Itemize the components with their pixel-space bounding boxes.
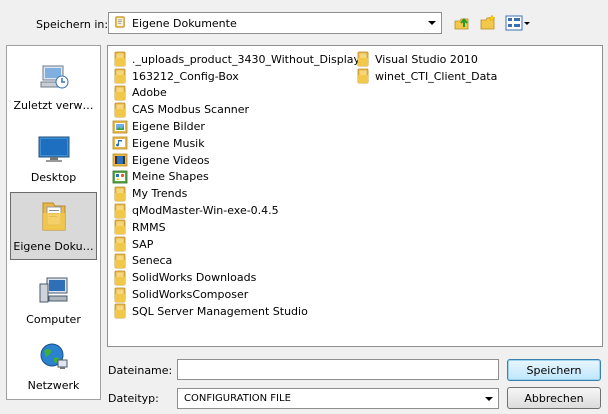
folder-icon — [355, 51, 371, 67]
folder-icon — [112, 287, 128, 303]
folder-name: ._uploads_product_3430_Without_Display — [132, 52, 361, 66]
folder-name: Visual Studio 2010 — [375, 52, 478, 66]
place-desktop[interactable]: Desktop — [10, 122, 97, 190]
folder-icon — [112, 102, 128, 118]
pictures-folder-icon — [112, 119, 128, 135]
folder-item[interactable]: SolidWorks Downloads — [112, 269, 360, 286]
folder-item[interactable]: Adobe — [112, 85, 360, 102]
recent-places-icon — [38, 62, 70, 95]
save-in-label: Speichern in: — [36, 18, 109, 31]
folder-name: RMMS — [132, 220, 166, 234]
folder-item[interactable]: SAP — [112, 236, 360, 253]
folder-name: winet_CTI_Client_Data — [375, 69, 498, 83]
filename-input[interactable] — [177, 359, 499, 380]
folder-icon — [112, 68, 128, 84]
place-recent[interactable]: Zuletzt verw… — [10, 50, 97, 118]
save-button[interactable]: Speichern — [507, 359, 601, 381]
folder-name: SolidWorksComposer — [132, 288, 249, 302]
file-list-column-2: Visual Studio 2010 winet_CTI_Client_Data — [355, 51, 497, 85]
place-network[interactable]: Netzwerk — [10, 330, 97, 398]
folder-icon — [112, 203, 128, 219]
folder-name: Eigene Bilder — [132, 120, 205, 134]
chevron-down-icon — [523, 21, 530, 25]
folder-icon — [112, 236, 128, 252]
filename-label: Dateiname: — [108, 364, 173, 377]
folder-icon — [355, 68, 371, 84]
folder-item[interactable]: ._uploads_product_3430_Without_Display — [112, 51, 360, 68]
filetype-label: Dateityp: — [108, 392, 159, 405]
folder-name: Adobe — [132, 86, 167, 100]
folder-icon — [112, 219, 128, 235]
folder-name: 163212_Config-Box — [132, 69, 239, 83]
computer-icon — [37, 276, 71, 309]
folder-name: qModMaster-Win-exe-0.4.5 — [132, 204, 279, 218]
save-in-dropdown[interactable]: Eigene Dokumente — [108, 12, 442, 34]
places-bar: Zuletzt verw… Desktop Eigene Doku… Compu… — [6, 45, 101, 400]
folder-name: Eigene Videos — [132, 153, 210, 167]
cancel-button[interactable]: Abbrechen — [507, 387, 601, 409]
chevron-down-icon[interactable] — [480, 389, 498, 408]
folder-item[interactable]: qModMaster-Win-exe-0.4.5 — [112, 202, 360, 219]
folder-name: Seneca — [132, 254, 173, 268]
file-list-column-1: ._uploads_product_3430_Without_Display 16… — [112, 51, 360, 320]
folder-item[interactable]: SolidWorksComposer — [112, 286, 360, 303]
folder-item[interactable]: Eigene Musik — [112, 135, 360, 152]
shapes-folder-icon — [112, 169, 128, 185]
new-folder-icon[interactable] — [478, 13, 498, 33]
folder-name: Meine Shapes — [132, 170, 209, 184]
save-in-value: Eigene Dokumente — [132, 16, 237, 30]
view-menu-icon[interactable] — [504, 13, 530, 33]
up-folder-icon[interactable] — [452, 13, 472, 33]
folder-item[interactable]: winet_CTI_Client_Data — [355, 68, 497, 85]
place-label: Zuletzt verw… — [13, 99, 94, 112]
folder-item[interactable]: RMMS — [112, 219, 360, 236]
folder-item[interactable]: Seneca — [112, 253, 360, 270]
folder-name: Eigene Musik — [132, 136, 205, 150]
folder-icon — [112, 270, 128, 286]
network-icon — [38, 342, 70, 375]
documents-icon — [39, 199, 69, 236]
folder-icon — [112, 186, 128, 202]
folder-item[interactable]: My Trends — [112, 185, 360, 202]
folder-item[interactable]: Meine Shapes — [112, 169, 360, 186]
folder-name: SolidWorks Downloads — [132, 271, 257, 285]
folder-icon — [112, 85, 128, 101]
folder-icon — [112, 51, 128, 67]
music-folder-icon — [112, 135, 128, 151]
folder-item[interactable]: Visual Studio 2010 — [355, 51, 497, 68]
place-label: Desktop — [30, 171, 77, 184]
place-documents[interactable]: Eigene Doku… — [10, 192, 97, 260]
file-list[interactable]: ._uploads_product_3430_Without_Display 16… — [107, 45, 603, 347]
place-label: Eigene Doku… — [13, 240, 94, 253]
folder-item[interactable]: SQL Server Management Studio — [112, 303, 360, 320]
folder-name: My Trends — [132, 187, 188, 201]
folder-item[interactable]: CAS Modbus Scanner — [112, 101, 360, 118]
chevron-down-icon[interactable] — [423, 13, 441, 33]
desktop-icon — [37, 134, 71, 167]
toolbar — [452, 13, 530, 33]
folder-item[interactable]: Eigene Videos — [112, 152, 360, 169]
folder-name: SQL Server Management Studio — [132, 304, 308, 318]
place-label: Computer — [26, 313, 81, 326]
filetype-value: CONFIGURATION FILE — [184, 393, 291, 404]
place-computer[interactable]: Computer — [10, 264, 97, 332]
folder-item[interactable]: Eigene Bilder — [112, 118, 360, 135]
filetype-dropdown[interactable]: CONFIGURATION FILE — [177, 388, 499, 409]
folder-item[interactable]: 163212_Config-Box — [112, 68, 360, 85]
place-label: Netzwerk — [27, 379, 80, 392]
folder-icon — [112, 303, 128, 319]
folder-name: SAP — [132, 237, 154, 251]
folder-name: CAS Modbus Scanner — [132, 103, 250, 117]
folder-icon — [113, 15, 127, 32]
videos-folder-icon — [112, 152, 128, 168]
folder-icon — [112, 253, 128, 269]
